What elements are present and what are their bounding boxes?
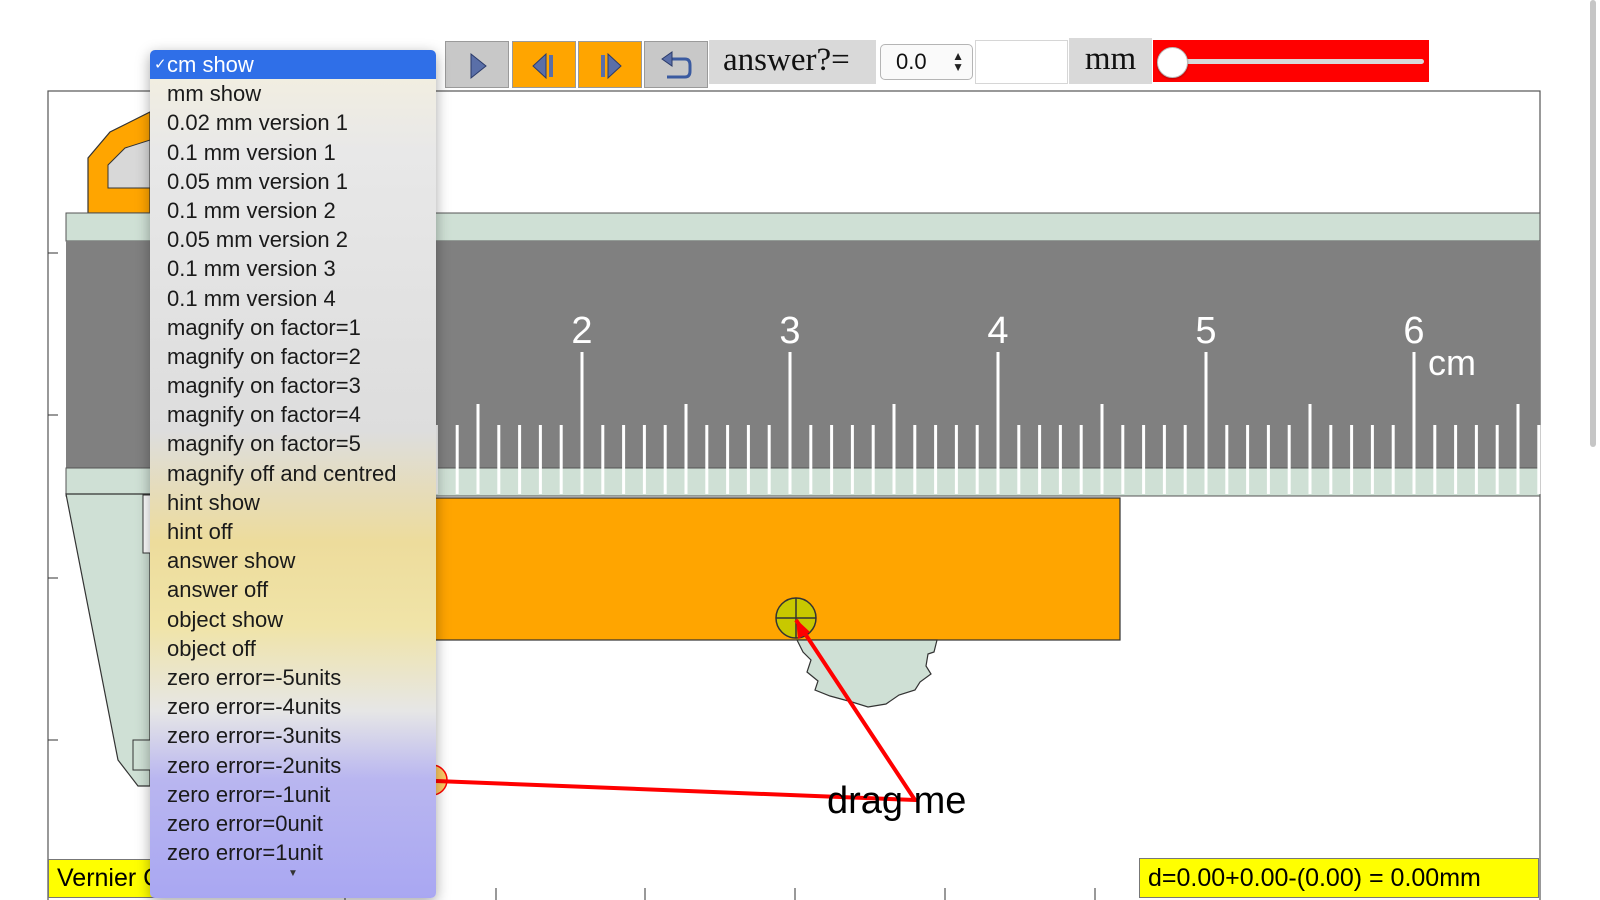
step-back-button[interactable] [512,41,576,88]
dropdown-item-label: magnify on factor=5 [167,431,361,457]
reset-button[interactable] [644,41,708,88]
unit-label: mm [1069,38,1152,84]
dropdown-item[interactable]: 0.05 mm version 2 [150,225,436,254]
dropdown-item-label: zero error=1unit [167,840,323,866]
dropdown-item[interactable]: object show [150,605,436,634]
dropdown-item-label: zero error=-5units [167,664,342,690]
scale-label: 3 [779,310,800,352]
dropdown-item[interactable]: zero error=-5units [150,663,436,692]
dropdown-item[interactable]: mm show [150,79,436,108]
options-dropdown-menu[interactable]: ✓ cm show mm show 0.02 mm version 1 0.1 mm v… [150,50,436,898]
page-scrollbar[interactable] [1590,0,1596,447]
dropdown-item[interactable]: object off [150,634,436,663]
drag-me-label: drag me [827,780,967,822]
dropdown-item-label: cm show [167,52,254,77]
dropdown-item[interactable]: 0.1 mm version 3 [150,254,436,283]
dropdown-item-label: magnify on factor=4 [167,402,361,428]
step-back-icon [532,52,553,80]
dropdown-item[interactable]: 0.05 mm version 1 [150,167,436,196]
dropdown-item-label: zero error=-4units [167,694,342,720]
step-forward-button[interactable] [578,41,642,88]
dropdown-item[interactable]: 0.1 mm version 1 [150,138,436,167]
dropdown-item-label: mm show [167,81,262,107]
dropdown-item[interactable]: zero error=-2units [150,751,436,780]
dropdown-item-label: zero error=-2units [167,752,342,778]
dropdown-item-label: answer show [167,548,296,574]
dropdown-item[interactable]: magnify on factor=2 [150,342,436,371]
formula-bar: d=0.00+0.00-(0.00) = 0.00mm [1139,858,1539,898]
answer-select-value: 0.0 [896,49,927,74]
dropdown-item[interactable]: hint show [150,488,436,517]
dropdown-item[interactable]: answer show [150,546,436,575]
dropdown-item-label: magnify on factor=3 [167,373,361,399]
dropdown-item[interactable]: magnify off and centred [150,459,436,488]
dropdown-item-label: 0.1 mm version 1 [167,139,336,165]
dropdown-item-label: zero error=-3units [167,723,342,749]
dropdown-item[interactable]: ✓ cm show [150,50,436,80]
vernier-slider[interactable] [429,497,1121,641]
dropdown-item[interactable]: zero error=-1unit [150,780,436,809]
dropdown-item[interactable]: magnify on factor=4 [150,400,436,429]
jaw-slot-lower [132,739,152,771]
dropdown-item-label: object show [167,606,284,632]
menu-scroll-down-icon[interactable]: ▼ [150,867,436,881]
slider-track[interactable] [1172,59,1424,64]
answer-input[interactable] [975,40,1068,84]
dropdown-item[interactable]: answer off [150,575,436,604]
dropdown-item-label: magnify on factor=2 [167,343,361,369]
dropdown-item-label: answer off [167,577,269,603]
play-icon [470,52,487,80]
dropdown-item-label: magnify off and centred [167,460,397,486]
checkmark-icon: ✓ [154,56,167,73]
answer-select[interactable]: 0.0 ▲ ▼ [880,44,973,80]
scale-unit: cm [1428,342,1476,383]
scale-label: 2 [571,310,592,352]
dropdown-item[interactable]: zero error=-3units [150,721,436,750]
dropdown-list[interactable]: ✓ cm show mm show 0.02 mm version 1 0.1 mm v… [150,50,436,867]
dropdown-item[interactable]: zero error=0unit [150,809,436,838]
scale-label: 4 [987,310,1008,352]
dropdown-item[interactable]: 0.1 mm version 2 [150,196,436,225]
answer-label: answer?= [709,40,876,84]
dropdown-item-label: hint show [167,489,260,515]
scale-label: 5 [1195,310,1216,352]
dropdown-item[interactable]: magnify on factor=5 [150,429,436,458]
scale-label: 6 [1403,310,1424,352]
dropdown-item-label: 0.1 mm version 4 [167,285,336,311]
dropdown-item-label: object off [167,635,256,661]
dropdown-item[interactable]: magnify on factor=3 [150,371,436,400]
dropdown-item[interactable]: hint off [150,517,436,546]
reset-icon [661,51,692,79]
dropdown-item[interactable]: zero error=1unit [150,838,436,867]
slider-thumb[interactable] [1157,47,1188,78]
dropdown-item[interactable]: 0.1 mm version 4 [150,284,436,313]
step-forward-icon [601,52,622,80]
play-button[interactable] [445,41,509,88]
dropdown-item-label: zero error=-1unit [167,781,331,807]
dropdown-item-label: 0.1 mm version 2 [167,197,336,223]
dropdown-item[interactable]: zero error=-4units [150,692,436,721]
dropdown-item-label: 0.05 mm version 1 [167,168,348,194]
dropdown-item-label: 0.02 mm version 1 [167,110,348,136]
dropdown-item-label: magnify on factor=1 [167,314,361,340]
select-arrows-icon: ▲ ▼ [952,49,964,74]
dropdown-item-label: hint off [167,519,233,544]
dropdown-item[interactable]: 0.02 mm version 1 [150,108,436,137]
dropdown-item-label: zero error=0unit [167,810,323,836]
dropdown-item-label: 0.05 mm version 2 [167,227,348,253]
dropdown-item-label: 0.1 mm version 3 [167,256,336,282]
dropdown-item[interactable]: magnify on factor=1 [150,313,436,342]
